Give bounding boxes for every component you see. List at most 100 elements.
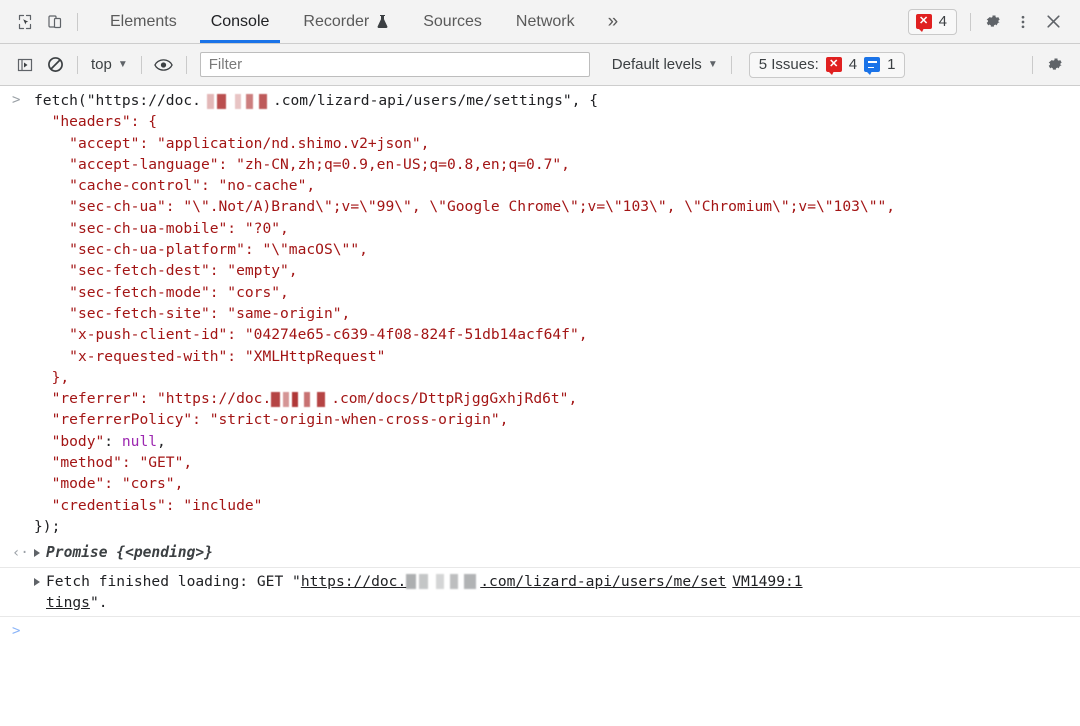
filter-divider-1: [77, 55, 78, 74]
body-line: "body": null,: [51, 432, 166, 450]
method-line: "method": "GET",: [34, 454, 193, 472]
issues-error-count: 4: [848, 56, 858, 73]
kebab-menu-icon-svg: [1021, 15, 1025, 28]
console-settings-gear-icon-svg: [1048, 58, 1062, 70]
promise-result[interactable]: Promise {<pending>}: [34, 542, 1080, 563]
fetch-finished-message[interactable]: Fetch finished loading: GET "https://doc…: [34, 571, 1080, 614]
issues-error-x-glyph: ✕: [829, 58, 839, 70]
filter-bar-right: [1025, 50, 1070, 80]
fetch-url-link[interactable]: https://doc. .com/lizard-api/users/me/set: [301, 573, 726, 590]
tab-console-label: Console: [210, 12, 270, 30]
issues-error-badge-icon: ✕: [825, 57, 842, 75]
clear-console-icon[interactable]: [40, 50, 70, 80]
experiment-flask-icon-svg: [377, 15, 388, 28]
filter-input[interactable]: [199, 52, 590, 77]
filter-divider-5: [1032, 55, 1033, 74]
console-result-entry: ‹· Promise {<pending>}: [0, 539, 1080, 568]
header-line-10: "x-requested-with": "XMLHttpRequest": [34, 347, 386, 365]
source-location-link[interactable]: VM1499:1: [732, 573, 802, 590]
filter-divider-4: [730, 55, 732, 74]
error-count-value: 4: [938, 13, 947, 30]
issues-info-count: 1: [887, 56, 896, 73]
tab-sources-label: Sources: [423, 12, 482, 30]
console-filter-toolbar: top ▼ Default levels ▼ 5 Issues: ✕ 4 1: [0, 44, 1080, 86]
tab-recorder-label: Recorder: [303, 12, 370, 30]
toolbar-divider-right: [970, 12, 971, 31]
command-source: fetch("https://doc. .com/lizard-api/users…: [34, 90, 1080, 537]
close-paren-line: });: [34, 517, 61, 535]
chevron-down-icon: ▼: [117, 59, 128, 70]
header-line-9: "x-push-client-id": "04274e65-c639-4f08-…: [34, 326, 588, 344]
command-prompt-arrow: >: [12, 92, 21, 108]
issues-chip[interactable]: 5 Issues: ✕ 4 1: [748, 51, 906, 78]
device-toolbar-icon-svg: [48, 14, 62, 28]
tab-sources[interactable]: Sources: [406, 0, 499, 43]
filter-divider-2: [140, 55, 142, 74]
header-line-8: "sec-fetch-site": "same-origin",: [34, 304, 351, 322]
mode-line: "mode": "cors",: [34, 475, 184, 493]
eye-icon-svg: [154, 58, 174, 71]
fetch-message-text-end: ".: [89, 593, 108, 611]
console-settings-gear-icon[interactable]: [1040, 50, 1070, 80]
error-count-chip[interactable]: ✕ 4: [907, 8, 957, 35]
fetch-message-body: Fetch finished loading: GET "https://doc…: [46, 571, 1080, 614]
execution-context-selector[interactable]: top ▼: [85, 53, 134, 76]
header-line-7: "sec-fetch-mode": "cors",: [34, 283, 289, 301]
referrer-policy-line: "referrerPolicy": "strict-origin-when-cr…: [34, 411, 509, 429]
referrer-line-prefix: "referrer": "https://doc.: [34, 390, 272, 408]
console-messages: > fetch("https://doc. .com/lizard-api/use…: [0, 86, 1080, 643]
tab-elements-label: Elements: [110, 12, 177, 30]
tab-network-label: Network: [515, 12, 575, 30]
fetch-message-text: Fetch finished loading: GET ": [46, 572, 301, 590]
live-expression-icon[interactable]: [149, 50, 179, 80]
body-key: "body": [51, 432, 105, 450]
issues-info-badge-icon: [864, 57, 881, 75]
panel-tabs: Elements Console Recorder Sources Networ…: [93, 0, 634, 43]
input-prompt-arrow: >: [12, 623, 21, 640]
chevron-down-icon-levels: ▼: [707, 59, 718, 70]
close-icon[interactable]: [1038, 7, 1068, 37]
header-line-6: "sec-fetch-dest": "empty",: [34, 262, 298, 280]
error-badge-icon: ✕: [915, 14, 932, 32]
tab-bar-right-tools: ✕ 4: [907, 0, 1080, 43]
toolbar-divider: [77, 12, 78, 31]
redacted-domain-2: [271, 391, 332, 407]
gear-icon-svg: [986, 15, 1000, 27]
tab-network[interactable]: Network: [499, 0, 592, 43]
redacted-domain-3: [406, 574, 481, 590]
tab-elements[interactable]: Elements: [93, 0, 194, 43]
show-console-sidebar-icon[interactable]: [10, 50, 40, 80]
header-line-1: "accept-language": "zh-CN,zh;q=0.9,en-US…: [34, 155, 570, 173]
tab-recorder[interactable]: Recorder: [286, 0, 406, 43]
clear-console-icon-svg: [47, 57, 63, 72]
expand-triangle-icon-message[interactable]: [34, 577, 40, 586]
header-line-2: "cache-control": "no-cache",: [34, 177, 316, 195]
console-log-entry: Fetch finished loading: GET "https://doc…: [0, 568, 1080, 618]
fetch-url-wrap[interactable]: tings: [46, 594, 90, 611]
headers-open-line: "headers": {: [34, 113, 158, 131]
header-line-3: "sec-ch-ua": "\".Not/A)Brand\";v=\"99\",…: [34, 198, 896, 216]
promise-value: Promise {<pending>}: [46, 544, 213, 562]
device-toolbar-icon[interactable]: [40, 7, 70, 37]
experiment-flask-icon: [376, 14, 389, 29]
credentials-line: "credentials": "include": [34, 496, 263, 514]
more-tabs-chevron-icon[interactable]: »: [592, 0, 635, 43]
show-console-sidebar-icon-svg: [17, 58, 33, 71]
gear-icon[interactable]: [978, 7, 1008, 37]
log-level-selector[interactable]: Default levels ▼: [606, 53, 724, 76]
devtools-tab-bar: Elements Console Recorder Sources Networ…: [0, 0, 1080, 44]
error-x-glyph: ✕: [919, 15, 929, 27]
close-icon-svg: [1046, 15, 1060, 28]
expand-triangle-icon[interactable]: [34, 549, 40, 558]
inspect-element-icon-svg: [18, 14, 32, 29]
console-input-prompt[interactable]: >: [0, 617, 1080, 643]
kebab-menu-icon[interactable]: [1008, 7, 1038, 37]
filter-divider-3: [185, 55, 187, 74]
issues-info-lines-glyph: [867, 61, 877, 68]
header-line-5: "sec-ch-ua-platform": "\"macOS\"",: [34, 241, 368, 259]
result-arrow-icon: ‹·: [12, 545, 29, 562]
inspect-element-icon[interactable]: [10, 7, 40, 37]
tab-console[interactable]: Console: [194, 0, 287, 43]
console-command-entry[interactable]: > fetch("https://doc. .com/lizard-api/use…: [0, 86, 1080, 539]
body-null-value: null: [121, 432, 158, 450]
